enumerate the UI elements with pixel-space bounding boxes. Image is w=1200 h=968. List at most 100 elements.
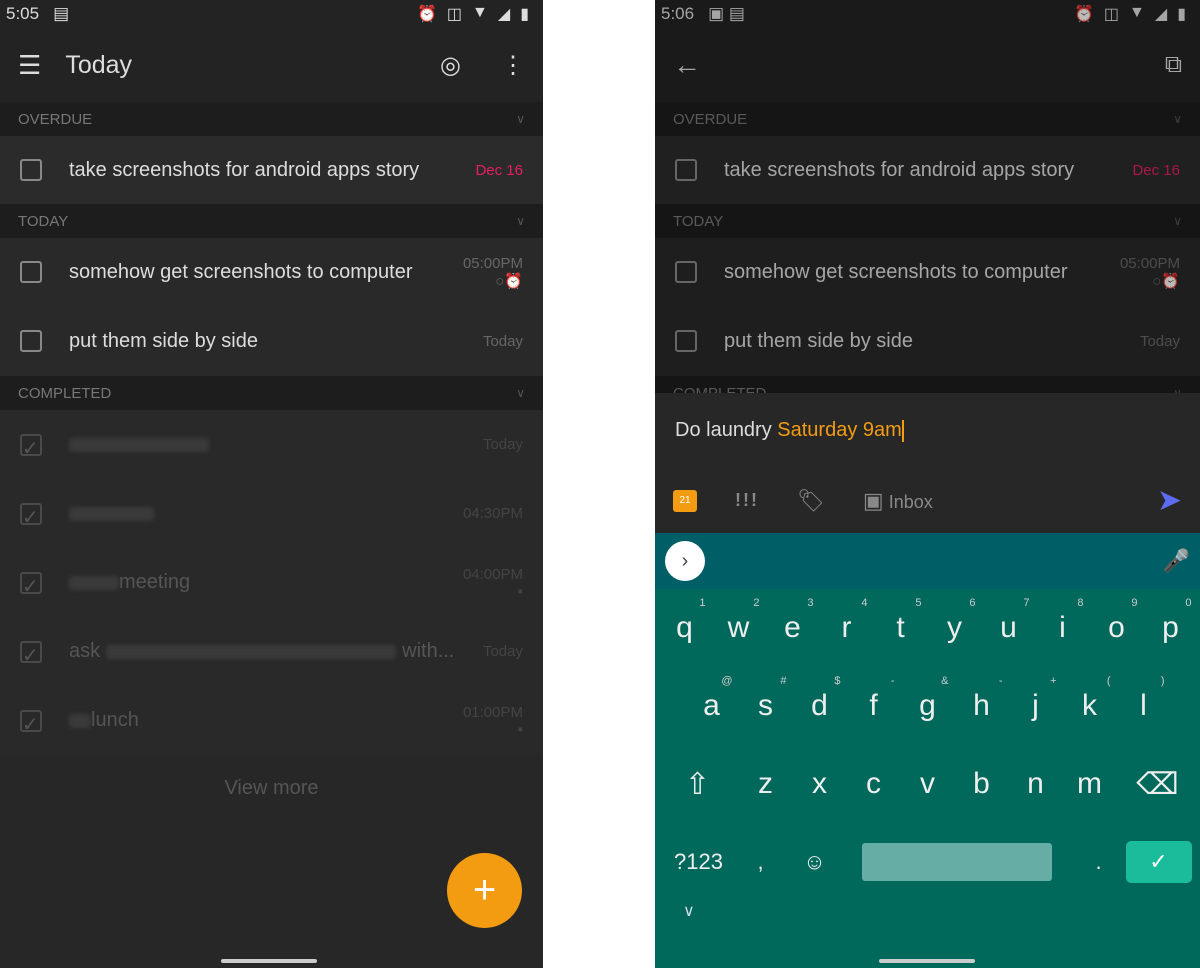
symbols-key[interactable]: ?123 <box>664 849 734 875</box>
key-i[interactable]: i8 <box>1036 597 1090 645</box>
task-due: Today <box>482 436 523 453</box>
key-t[interactable]: t5 <box>874 597 928 645</box>
project-selector[interactable]: ▣ Inbox <box>863 488 933 514</box>
task-row[interactable]: take screenshots for android apps story D… <box>0 136 543 204</box>
space-key[interactable] <box>861 843 1052 881</box>
key-l[interactable]: l) <box>1117 675 1171 723</box>
key-hint: ) <box>1160 675 1165 687</box>
key-hint: 6 <box>969 597 976 609</box>
key-label: f <box>869 689 878 722</box>
section-overdue[interactable]: OVERDUE ∨ <box>0 102 543 136</box>
quick-add-composer: Do laundry Saturday 9am 21 !!! 🏷 ▣ Inbox… <box>655 393 1200 533</box>
page-title: Today <box>65 50 133 79</box>
task-row[interactable]: put them side by side Today <box>0 306 543 376</box>
key-d[interactable]: d $ <box>793 675 847 723</box>
emoji-key[interactable]: ☺ <box>788 849 842 875</box>
checked-checkbox[interactable]: ✓ <box>20 640 42 667</box>
tag-icon[interactable]: 🏷 <box>797 488 825 514</box>
send-icon[interactable]: ➤ <box>1157 483 1182 518</box>
key-hint: @ <box>721 675 733 687</box>
key-label: j <box>1032 689 1039 722</box>
checked-checkbox[interactable]: ✓ <box>20 571 42 598</box>
key-g[interactable]: g & <box>901 675 955 723</box>
task-row[interactable]: somehow get screenshots to computer 05:00… <box>0 238 543 306</box>
key-label: w <box>727 611 750 644</box>
gesture-bar[interactable] <box>879 959 975 963</box>
enter-key[interactable]: ✓ <box>1125 841 1192 883</box>
task-checkbox[interactable] <box>20 330 42 352</box>
note-icon: ▪ <box>517 720 523 738</box>
shift-key[interactable]: ⇧ <box>671 767 725 802</box>
key-label: e <box>784 611 801 644</box>
key-o[interactable]: o9 <box>1090 597 1144 645</box>
key-y[interactable]: y6 <box>928 597 982 645</box>
comma-key[interactable]: , <box>734 849 788 875</box>
parsed-date-text: Saturday 9am <box>777 419 902 441</box>
key-k[interactable]: k( <box>1063 675 1117 723</box>
key-b[interactable]: b <box>955 767 1009 801</box>
key-r[interactable]: r4 <box>820 597 874 645</box>
checked-checkbox[interactable]: ✓ <box>20 502 42 529</box>
key-n[interactable]: n <box>1009 767 1063 801</box>
menu-icon[interactable]: ☰ <box>18 50 41 81</box>
key-m[interactable]: m <box>1063 767 1117 801</box>
key-w[interactable]: w2 <box>712 597 766 645</box>
key-label: d <box>811 689 828 722</box>
battery-icon: ▮ <box>520 6 529 23</box>
hide-keyboard-icon[interactable]: ∨ <box>655 901 1200 921</box>
view-more-link[interactable]: View more <box>0 755 543 800</box>
gesture-bar[interactable] <box>221 959 317 963</box>
task-checkbox[interactable] <box>20 159 42 181</box>
key-z[interactable]: z <box>739 767 793 801</box>
checked-checkbox[interactable]: ✓ <box>20 433 42 460</box>
key-hint: 9 <box>1131 597 1138 609</box>
key-p[interactable]: p0 <box>1144 597 1198 645</box>
chevron-down-icon[interactable]: ∨ <box>516 386 525 400</box>
key-c[interactable]: c <box>847 767 901 801</box>
key-f[interactable]: f- <box>847 675 901 723</box>
section-today[interactable]: TODAY ∨ <box>0 204 543 238</box>
key-label: s <box>758 689 773 722</box>
key-hint: 7 <box>1023 597 1030 609</box>
period-key[interactable]: . <box>1072 849 1126 875</box>
backspace-key[interactable]: ⌫ <box>1131 767 1185 802</box>
key-hint: ( <box>1106 675 1111 687</box>
chevron-down-icon[interactable]: ∨ <box>516 112 525 126</box>
key-q[interactable]: q1 <box>658 597 712 645</box>
key-j[interactable]: j + <box>1009 675 1063 723</box>
key-hint: 4 <box>861 597 868 609</box>
key-label: u <box>1000 611 1017 644</box>
status-bar: 5:05 ▤ ⏰ ◫ ▼ ◢ ▮ <box>0 0 543 28</box>
checked-checkbox[interactable]: ✓ <box>20 709 42 736</box>
completed-task-row[interactable]: ✓ Today <box>0 410 543 479</box>
task-checkbox[interactable] <box>20 261 42 283</box>
suggestions-expand-icon[interactable]: › <box>665 541 705 581</box>
task-title: put them side by side <box>69 329 258 352</box>
add-task-button[interactable]: + <box>447 853 522 928</box>
task-input[interactable]: Do laundry Saturday 9am <box>655 393 1200 468</box>
key-v[interactable]: v <box>901 767 955 801</box>
app-bar: ☰ Today ◎ ⋮ <box>0 28 543 102</box>
key-x[interactable]: x <box>793 767 847 801</box>
completed-task-row[interactable]: ✓ meeting 04:00PM ▪ <box>0 548 543 617</box>
key-h[interactable]: h- <box>955 675 1009 723</box>
priority-button[interactable]: !!! <box>735 490 759 511</box>
completed-task-row[interactable]: ✓ lunch 01:00PM ▪ <box>0 686 543 755</box>
completed-task-row[interactable]: ✓ 04:30PM <box>0 479 543 548</box>
chevron-down-icon[interactable]: ∨ <box>516 214 525 228</box>
key-a[interactable]: a @ <box>685 675 739 723</box>
key-e[interactable]: e3 <box>766 597 820 645</box>
key-label: b <box>973 767 990 800</box>
key-label: z <box>758 767 773 800</box>
key-label: l <box>1140 689 1147 722</box>
more-options-icon[interactable]: ⋮ <box>501 51 525 80</box>
section-completed[interactable]: COMPLETED ∨ <box>0 376 543 410</box>
key-s[interactable]: s # <box>739 675 793 723</box>
task-title: meeting <box>119 571 191 593</box>
key-u[interactable]: u7 <box>982 597 1036 645</box>
focus-target-icon[interactable]: ◎ <box>440 51 461 80</box>
microphone-icon[interactable]: 🎤 <box>1163 548 1190 574</box>
section-label: TODAY <box>18 212 69 230</box>
completed-task-row[interactable]: ✓ ask with... Today <box>0 617 543 686</box>
calendar-icon[interactable]: 21 <box>673 489 697 512</box>
